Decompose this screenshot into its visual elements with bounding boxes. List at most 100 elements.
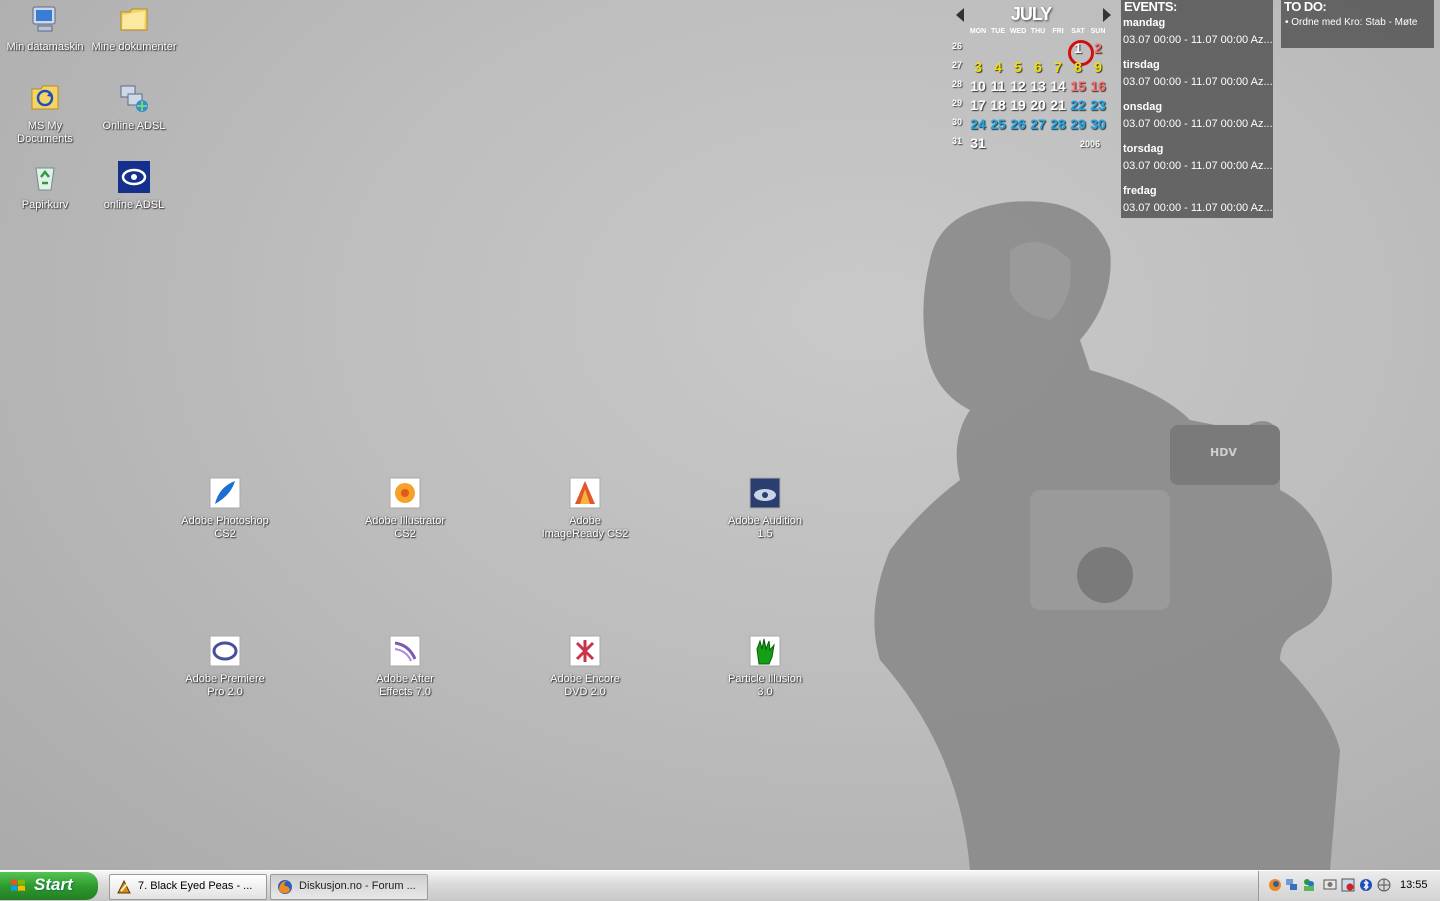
display-tray-icon[interactable]: [1323, 878, 1337, 892]
events-title: EVENTS:: [1124, 0, 1177, 14]
calendar-day[interactable]: 26: [1008, 116, 1028, 132]
week-number: 26: [952, 41, 963, 51]
todo-title: TO DO:: [1284, 0, 1327, 14]
week-number: 28: [952, 79, 963, 89]
calendar-day[interactable]: 21: [1048, 97, 1068, 113]
event-item[interactable]: torsdag 03.07 00:00 - 11.07 00:00 Az...: [1123, 143, 1273, 172]
desktop-icon-recycle-bin[interactable]: Papirkurv: [0, 161, 90, 212]
week-number: 27: [952, 60, 963, 70]
calendar-day[interactable]: 29: [1068, 116, 1088, 132]
desktop-icon-audition[interactable]: Adobe Audition 1.5: [720, 477, 810, 541]
desktop-icon-label: Adobe Premiere Pro 2.0: [185, 673, 265, 698]
calendar-day[interactable]: 25: [988, 116, 1008, 132]
taskbar-button-winamp[interactable]: 7. Black Eyed Peas - ...: [109, 874, 267, 900]
svg-text:HDV: HDV: [1210, 446, 1237, 459]
event-item[interactable]: fredag 03.07 00:00 - 11.07 00:00 Az...: [1123, 185, 1273, 214]
taskbar-button-firefox[interactable]: Diskusjon.no - Forum ...: [270, 874, 428, 900]
windows-flag-icon: [11, 879, 25, 891]
desktop-icon-after-effects[interactable]: Adobe After Effects 7.0: [360, 635, 450, 699]
weekday-label: SAT: [1071, 28, 1085, 35]
calendar-day[interactable]: 31: [968, 135, 988, 151]
my-computer-icon: [32, 6, 56, 32]
todo-item[interactable]: • Ordne med Kro: Stab - Møte: [1285, 17, 1417, 28]
firefox-icon: [278, 880, 292, 894]
event-time: 03.07 00:00 - 11.07 00:00 Az...: [1123, 160, 1273, 172]
events-panel: EVENTS: mandag 03.07 00:00 - 11.07 00:00…: [1121, 0, 1273, 218]
weekday-label: THU: [1030, 28, 1046, 35]
start-button[interactable]: Start: [0, 872, 98, 900]
desktop-icon-illustrator[interactable]: Adobe Illustrator CS2: [360, 477, 450, 541]
calendar-day[interactable]: 19: [1008, 97, 1028, 113]
desktop-icon-my-computer[interactable]: Min datamaskin: [0, 3, 90, 54]
desktop: HDV Min datamaskin Mine dokumenter MS My…: [0, 0, 1440, 870]
weekday-label: MON: [969, 28, 987, 35]
event-day: onsdag: [1123, 101, 1163, 113]
desktop-icon-photoshop[interactable]: Adobe Photoshop CS2: [180, 477, 270, 541]
bluetooth-tray-icon[interactable]: [1359, 878, 1373, 892]
desktop-icon-label: Adobe Encore DVD 2.0: [550, 673, 620, 698]
calendar-day[interactable]: 17: [968, 97, 988, 113]
event-item[interactable]: mandag 03.07 00:00 - 11.07 00:00 Az...: [1123, 17, 1273, 46]
event-item[interactable]: tirsdag 03.07 00:00 - 11.07 00:00 Az...: [1123, 59, 1273, 88]
calendar-day[interactable]: 11: [988, 78, 1008, 94]
photoshop-feather-icon: [209, 477, 241, 509]
calendar-day[interactable]: 9: [1088, 59, 1108, 75]
calendar-day[interactable]: 18: [988, 97, 1008, 113]
folder-icon: [120, 8, 148, 31]
calendar-day[interactable]: 6: [1028, 59, 1048, 75]
taskbar: Start 7. Black Eyed Peas - ... Diskusjon…: [0, 870, 1440, 901]
start-label: Start: [34, 875, 73, 894]
messenger-tray-icon[interactable]: [1302, 878, 1316, 892]
security-tray-icon[interactable]: [1341, 878, 1355, 892]
desktop-icon-online-adsl-isp[interactable]: online ADSL: [89, 161, 179, 212]
calendar-day[interactable]: 1: [1068, 40, 1088, 56]
calendar-day[interactable]: 24: [968, 116, 988, 132]
calendar-day[interactable]: 22: [1068, 97, 1088, 113]
network-tray-icon[interactable]: [1285, 878, 1299, 892]
globe-tray-icon[interactable]: [1377, 878, 1391, 892]
desktop-icon-my-documents[interactable]: Mine dokumenter: [89, 3, 179, 54]
desktop-icon-imageready[interactable]: Adobe ImageReady CS2: [540, 477, 630, 541]
desktop-icon-premiere[interactable]: Adobe Premiere Pro 2.0: [180, 635, 270, 699]
desktop-icon-label: Min datamaskin: [6, 41, 84, 53]
calendar-day[interactable]: 10: [968, 78, 988, 94]
calendar-day[interactable]: 13: [1028, 78, 1048, 94]
calendar-day[interactable]: 27: [1028, 116, 1048, 132]
event-time: 03.07 00:00 - 11.07 00:00 Az...: [1123, 34, 1273, 46]
calendar-day[interactable]: 7: [1048, 59, 1068, 75]
desktop-icon-label: Adobe ImageReady CS2: [541, 515, 629, 540]
after-effects-icon: [389, 635, 421, 667]
event-item[interactable]: onsdag 03.07 00:00 - 11.07 00:00 Az...: [1123, 101, 1273, 130]
calendar-day[interactable]: 4: [988, 59, 1008, 75]
weekday-label: TUE: [991, 28, 1005, 35]
calendar-day[interactable]: 30: [1088, 116, 1108, 132]
calendar-day[interactable]: 16: [1088, 78, 1108, 94]
weekday-label: FRI: [1052, 28, 1064, 35]
taskbar-clock[interactable]: 13:55: [1400, 879, 1428, 891]
firefox-tray-icon[interactable]: [1268, 878, 1282, 892]
week-number: 31: [952, 136, 963, 146]
calendar-day[interactable]: 2: [1088, 40, 1108, 56]
event-day: torsdag: [1123, 143, 1164, 155]
calendar-day[interactable]: 23: [1088, 97, 1108, 113]
system-tray: 13:55: [1258, 871, 1440, 901]
desktop-icon-encore[interactable]: Adobe Encore DVD 2.0: [540, 635, 630, 699]
calendar-day[interactable]: 12: [1008, 78, 1028, 94]
calendar-day[interactable]: 5: [1008, 59, 1028, 75]
weekday-label: WED: [1009, 28, 1027, 35]
desktop-icon-ms-my-documents[interactable]: MS My Documents: [0, 82, 90, 146]
wallpaper-cameraman-silhouette: HDV: [874, 201, 1340, 870]
desktop-icon-particle-illusion[interactable]: Particle Illusion 3.0: [720, 635, 810, 699]
calendar-day[interactable]: 14: [1048, 78, 1068, 94]
event-day: mandag: [1123, 17, 1166, 29]
calendar-day[interactable]: 20: [1028, 97, 1048, 113]
encore-icon: [569, 635, 601, 667]
calendar-day[interactable]: 15: [1068, 78, 1088, 94]
calendar-day[interactable]: 3: [968, 59, 988, 75]
calendar-next-month-arrow-icon[interactable]: [1103, 8, 1111, 22]
calendar-day[interactable]: 28: [1048, 116, 1068, 132]
calendar-day[interactable]: 8: [1068, 59, 1088, 75]
desktop-icon-online-adsl-connection[interactable]: Online ADSL: [89, 82, 179, 133]
calendar-month-title: JULY: [1010, 4, 1052, 24]
taskbar-button-label: 7. Black Eyed Peas - ...: [138, 880, 253, 892]
